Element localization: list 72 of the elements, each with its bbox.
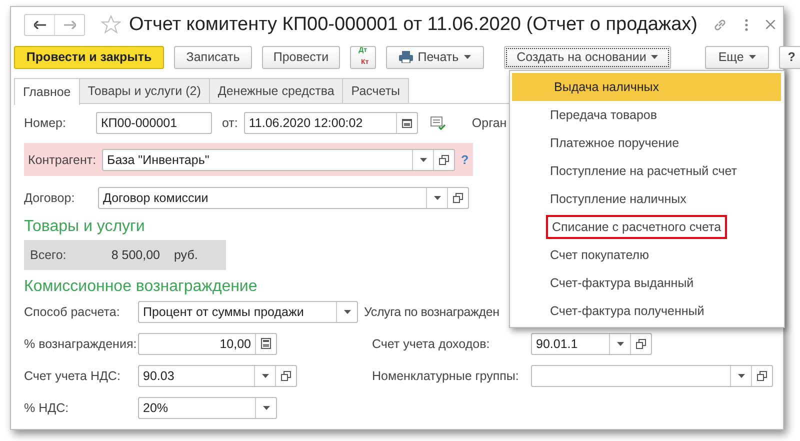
tab[interactable]: Главное	[14, 78, 80, 105]
caret-icon	[344, 310, 350, 314]
calendar-icon	[402, 118, 412, 128]
post-and-close-button[interactable]: Провести и закрыть	[14, 46, 164, 68]
menu-item[interactable]: Поступление наличных	[510, 185, 784, 213]
field-label: % НДС:	[24, 400, 70, 414]
field-label: Способ расчета:	[24, 304, 121, 318]
windows-icon	[439, 154, 449, 164]
field-label: Орган	[472, 116, 507, 130]
windows-icon	[453, 192, 463, 202]
document-icon[interactable]	[430, 116, 446, 130]
date-field[interactable]: 11.06.2020 12:00:02	[244, 112, 418, 134]
menu-item[interactable]: Счет-фактура полученный	[510, 297, 784, 325]
method-field[interactable]: Процент от суммы продажи	[138, 300, 358, 322]
income-account-field[interactable]: 90.01.1	[531, 332, 652, 354]
field-label: Услуга по вознагражден	[364, 304, 500, 318]
close-icon[interactable]	[766, 20, 775, 29]
caret-icon	[651, 55, 658, 59]
field-label: от:	[222, 116, 238, 130]
contract-field[interactable]: Договор комиссии	[98, 186, 469, 208]
field-label: % вознаграждения:	[24, 336, 138, 350]
tab[interactable]: Денежные средства	[208, 78, 344, 103]
caret-icon	[262, 374, 268, 378]
star-icon[interactable]	[101, 15, 121, 34]
percent-field[interactable]: 10,00	[138, 332, 277, 354]
tab[interactable]: Товары и услуги (2)	[78, 78, 210, 103]
total-label: Всего:	[30, 248, 68, 262]
number-field[interactable]: КП00-000001	[96, 112, 212, 134]
counterparty-field[interactable]: База "Инвентарь"	[102, 148, 455, 170]
more-button[interactable]: Еще	[705, 46, 769, 68]
create-based-on-button[interactable]: Создать на основании	[504, 46, 672, 68]
field-label: Договор:	[24, 190, 76, 204]
caret-icon	[434, 196, 440, 200]
menu-item[interactable]: Платежное поручение	[510, 129, 784, 157]
total-value: 8 500,00	[110, 248, 160, 262]
windows-icon	[281, 370, 291, 380]
toolbar-button[interactable]: Провести	[262, 46, 340, 68]
menu-item[interactable]: Счет-фактура выданный	[510, 269, 784, 297]
more-icon[interactable]	[745, 18, 748, 30]
caret-icon	[464, 55, 471, 59]
vat-field[interactable]: 20%	[138, 396, 277, 418]
link-icon[interactable]	[713, 18, 727, 32]
calculator-icon	[261, 338, 271, 349]
currency-label: руб.	[174, 248, 198, 262]
printer-icon	[398, 51, 413, 63]
vat-account-field[interactable]: 90.03	[138, 364, 297, 386]
menu-item[interactable]: Выдача наличных	[512, 73, 781, 101]
help-button[interactable]: ?	[778, 46, 800, 68]
toolbar-button[interactable]: Записать	[174, 46, 252, 68]
caret-icon	[738, 374, 744, 378]
menu-item[interactable]: Счет покупателю	[510, 241, 784, 269]
caret-icon	[616, 342, 624, 346]
section-heading: Комиссионное вознаграждение	[24, 278, 258, 296]
caret-icon	[748, 55, 756, 59]
print-button[interactable]: Печать	[386, 46, 484, 68]
windows-icon	[636, 338, 646, 348]
field-label: Контрагент:	[27, 152, 98, 166]
windows-icon	[757, 370, 767, 380]
groups-field[interactable]	[531, 364, 773, 386]
field-label: Номер:	[24, 116, 67, 130]
menu-item[interactable]: Поступление на расчетный счет	[510, 157, 784, 185]
field-label: Номенклатурные группы:	[372, 368, 520, 382]
field-label: Счет учета НДС:	[24, 368, 122, 382]
caret-icon	[262, 406, 270, 410]
window-title: Отчет комитенту КП00-000001 от 11.06.2020 (Отчет о продажах)	[129, 14, 698, 36]
menu-item[interactable]: Передача товаров	[510, 101, 784, 129]
arrow-left-icon	[34, 20, 46, 28]
field-label: Счет учета доходов:	[372, 336, 491, 350]
tab[interactable]: Расчеты	[342, 78, 410, 103]
section-heading: Товары и услуги	[24, 218, 145, 236]
caret-icon	[420, 158, 426, 162]
arrow-right-icon	[64, 20, 76, 28]
